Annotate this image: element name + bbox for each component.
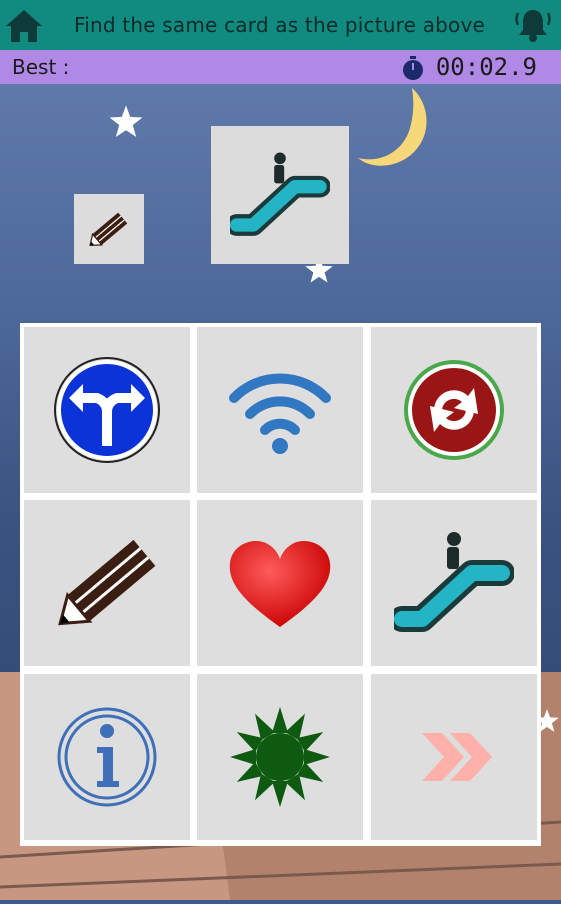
- escalator-icon: [230, 152, 330, 236]
- instruction-title: Find the same card as the picture above: [73, 13, 486, 37]
- top-bar: Find the same card as the picture above: [0, 0, 561, 50]
- star-icon: [109, 105, 143, 137]
- bell-icon[interactable]: [513, 5, 553, 45]
- wifi-icon: [229, 373, 331, 454]
- split-direction-sign-icon: [54, 357, 160, 463]
- best-label: Best :: [12, 55, 70, 79]
- card-grid: [20, 323, 541, 846]
- moon-icon: [358, 88, 427, 166]
- card[interactable]: [197, 674, 363, 840]
- previous-card-thumbnail: [74, 194, 144, 264]
- target-card: [211, 126, 349, 264]
- card[interactable]: [24, 500, 190, 666]
- card[interactable]: [197, 500, 363, 666]
- card[interactable]: [371, 327, 537, 493]
- heart-icon: [229, 541, 331, 627]
- pencil-icon: [89, 212, 128, 247]
- recycle-green-dot-icon: [404, 360, 504, 460]
- home-icon[interactable]: [4, 6, 44, 46]
- stopwatch-icon: [403, 56, 423, 80]
- escalator-icon: [394, 532, 514, 632]
- info-icon: [57, 707, 157, 807]
- double-chevron-right-icon: [422, 733, 492, 781]
- card[interactable]: [24, 674, 190, 840]
- timer-display: 00:02.9: [435, 53, 537, 81]
- green-sunburst-icon: [230, 707, 330, 807]
- best-bar: Best : 00:02.9: [0, 50, 561, 84]
- card[interactable]: [371, 674, 537, 840]
- card[interactable]: [197, 327, 363, 493]
- pencil-icon: [58, 539, 156, 626]
- card[interactable]: [371, 500, 537, 666]
- card[interactable]: [24, 327, 190, 493]
